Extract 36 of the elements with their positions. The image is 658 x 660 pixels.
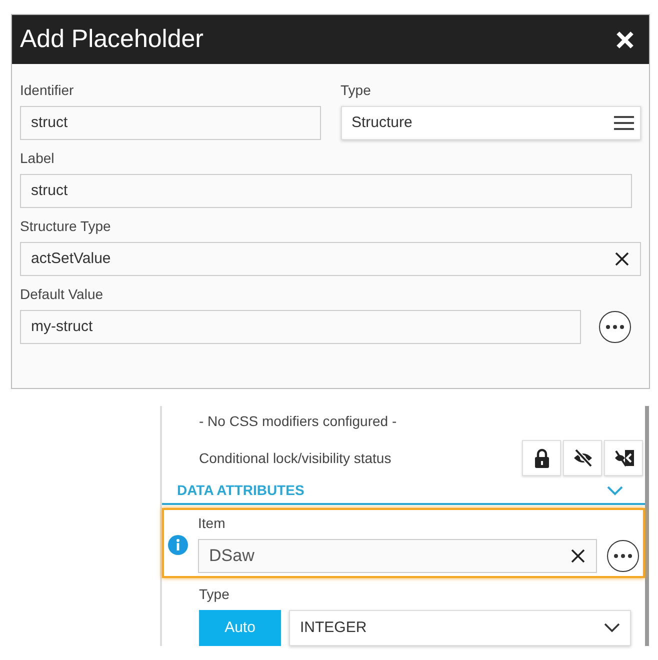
more-icon xyxy=(612,552,634,560)
eye-slash-exit-icon xyxy=(614,448,634,468)
section-title: DATA ATTRIBUTES xyxy=(177,481,304,500)
dialog-title: Add Placeholder xyxy=(20,24,204,55)
eye-slash-icon xyxy=(572,448,592,468)
field-label: Type xyxy=(340,81,372,100)
select-value: INTEGER xyxy=(300,618,367,638)
close-button[interactable] xyxy=(615,30,635,50)
info-icon xyxy=(168,535,188,555)
menu-icon[interactable] xyxy=(614,115,634,131)
field-label: Identifier xyxy=(20,81,75,100)
clear-icon[interactable] xyxy=(614,251,630,267)
chevron-down-icon xyxy=(604,623,620,633)
field-label: Type xyxy=(199,585,230,604)
input-field[interactable]: my-struct xyxy=(20,310,581,344)
clear-icon[interactable] xyxy=(570,548,586,564)
field-label: Default Value xyxy=(20,285,104,304)
input-field[interactable]: actSetValue xyxy=(20,242,641,276)
input-field[interactable]: struct xyxy=(20,174,632,208)
field-label: Structure Type xyxy=(20,217,112,236)
css-modifiers-note: - No CSS modifiers configured - xyxy=(199,412,398,431)
more-button[interactable] xyxy=(599,311,631,343)
input-field[interactable]: DSaw xyxy=(198,539,597,573)
input-field[interactable]: Structure xyxy=(340,106,641,140)
type-select[interactable]: INTEGER xyxy=(289,610,631,646)
more-icon xyxy=(604,323,626,331)
lock-button[interactable] xyxy=(522,440,561,476)
field-label: Label xyxy=(20,149,56,168)
input-field[interactable]: struct xyxy=(20,106,320,140)
chevron-down-icon[interactable] xyxy=(607,486,623,496)
exit-visibility-button[interactable] xyxy=(604,440,643,476)
close-icon xyxy=(615,30,635,50)
field-label: Item xyxy=(198,514,226,533)
lock-status-label: Conditional lock/visibility status xyxy=(199,448,392,468)
visibility-button[interactable] xyxy=(563,440,602,476)
more-button[interactable] xyxy=(607,540,639,572)
